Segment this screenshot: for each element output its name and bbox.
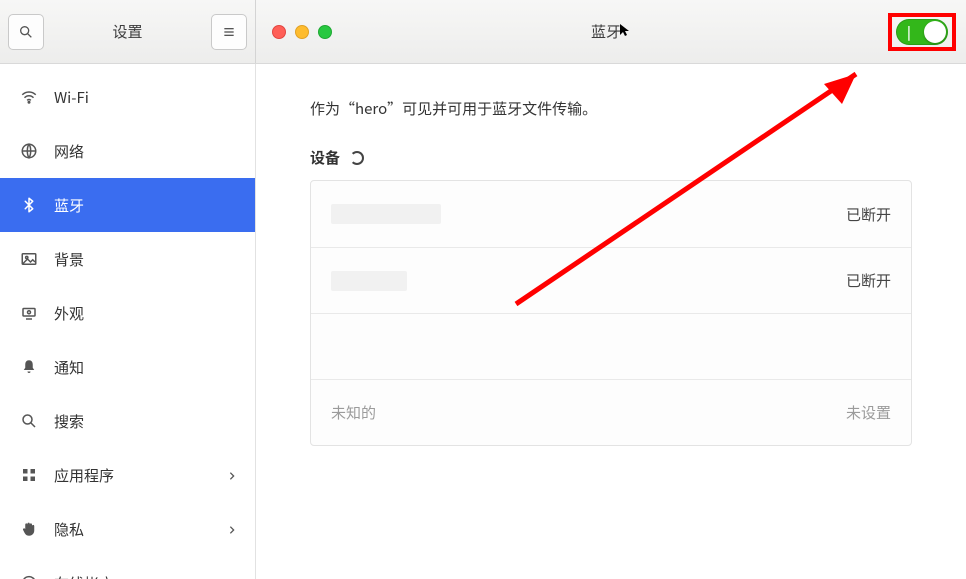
sidebar-item-label: 背景 [54, 249, 84, 270]
window-minimize-button[interactable] [295, 25, 309, 39]
panel-title: 蓝牙 [256, 21, 966, 42]
window-maximize-button[interactable] [318, 25, 332, 39]
device-name: 未知的 [331, 402, 376, 423]
sidebar-item-appearance[interactable]: 外观 [0, 286, 255, 340]
sidebar-item-label: 在线帐户 [54, 573, 114, 579]
device-row[interactable]: 未知的 未设置 [311, 379, 911, 445]
bluetooth-icon [18, 196, 40, 214]
sidebar-item-label: 隐私 [54, 519, 84, 540]
panel-header: 蓝牙 [256, 0, 966, 63]
settings-title: 设置 [44, 21, 211, 42]
device-status: 已断开 [846, 270, 891, 291]
at-icon [18, 574, 40, 579]
cursor-icon [619, 21, 631, 42]
devices-header: 设备 [310, 147, 912, 168]
sidebar-item-network[interactable]: 网络 [0, 124, 255, 178]
hand-icon [18, 520, 40, 538]
device-status: 未设置 [846, 402, 891, 423]
appearance-icon [18, 304, 40, 322]
loading-spinner-icon [350, 151, 364, 165]
sidebar-item-wifi[interactable]: Wi-Fi [0, 70, 255, 124]
top-bar: 设置 蓝牙 [0, 0, 966, 64]
device-row[interactable]: 已断开 [311, 181, 911, 247]
device-name-placeholder [331, 204, 441, 224]
search-icon [18, 412, 40, 430]
sidebar-item-notifications[interactable]: 通知 [0, 340, 255, 394]
device-row[interactable]: 已断开 [311, 247, 911, 313]
globe-icon [18, 142, 40, 160]
wifi-icon [18, 88, 40, 106]
sidebar-item-label: Wi-Fi [54, 87, 89, 108]
sidebar-item-online-accounts[interactable]: 在线帐户 [0, 556, 255, 579]
device-name-placeholder [331, 271, 407, 291]
sidebar-item-privacy[interactable]: 隐私 [0, 502, 255, 556]
menu-button[interactable] [211, 14, 247, 50]
sidebar-item-label: 搜索 [54, 411, 84, 432]
search-button[interactable] [8, 14, 44, 50]
bell-icon [18, 358, 40, 376]
devices-list: 已断开 已断开 未知的 未设置 [310, 180, 912, 446]
sidebar: Wi-Fi 网络 蓝牙 背景 外观 [0, 64, 256, 579]
window-close-button[interactable] [272, 25, 286, 39]
sidebar-item-label: 网络 [54, 141, 84, 162]
device-row[interactable] [311, 313, 911, 379]
sidebar-item-background[interactable]: 背景 [0, 232, 255, 286]
visibility-text: 作为“hero”可见并可用于蓝牙文件传输。 [310, 98, 912, 119]
grid-icon [18, 466, 40, 484]
annotation-highlight-box [888, 13, 956, 51]
window-controls [272, 25, 332, 39]
chevron-right-icon [227, 519, 237, 540]
sidebar-item-label: 蓝牙 [54, 195, 84, 216]
hamburger-icon [221, 24, 237, 40]
sidebar-item-bluetooth[interactable]: 蓝牙 [0, 178, 255, 232]
chevron-right-icon [227, 465, 237, 486]
sidebar-header: 设置 [0, 0, 256, 63]
sidebar-item-search[interactable]: 搜索 [0, 394, 255, 448]
image-icon [18, 250, 40, 268]
search-icon [18, 24, 34, 40]
body: Wi-Fi 网络 蓝牙 背景 外观 [0, 64, 966, 579]
devices-header-label: 设备 [310, 147, 340, 168]
device-status: 已断开 [846, 204, 891, 225]
bluetooth-toggle[interactable] [896, 19, 948, 45]
sidebar-item-label: 外观 [54, 303, 84, 324]
sidebar-item-applications[interactable]: 应用程序 [0, 448, 255, 502]
sidebar-item-label: 应用程序 [54, 465, 114, 486]
bluetooth-panel: 作为“hero”可见并可用于蓝牙文件传输。 设备 已断开 已断开 未知的 未设置 [256, 64, 966, 579]
sidebar-item-label: 通知 [54, 357, 84, 378]
toggle-knob [924, 21, 946, 43]
